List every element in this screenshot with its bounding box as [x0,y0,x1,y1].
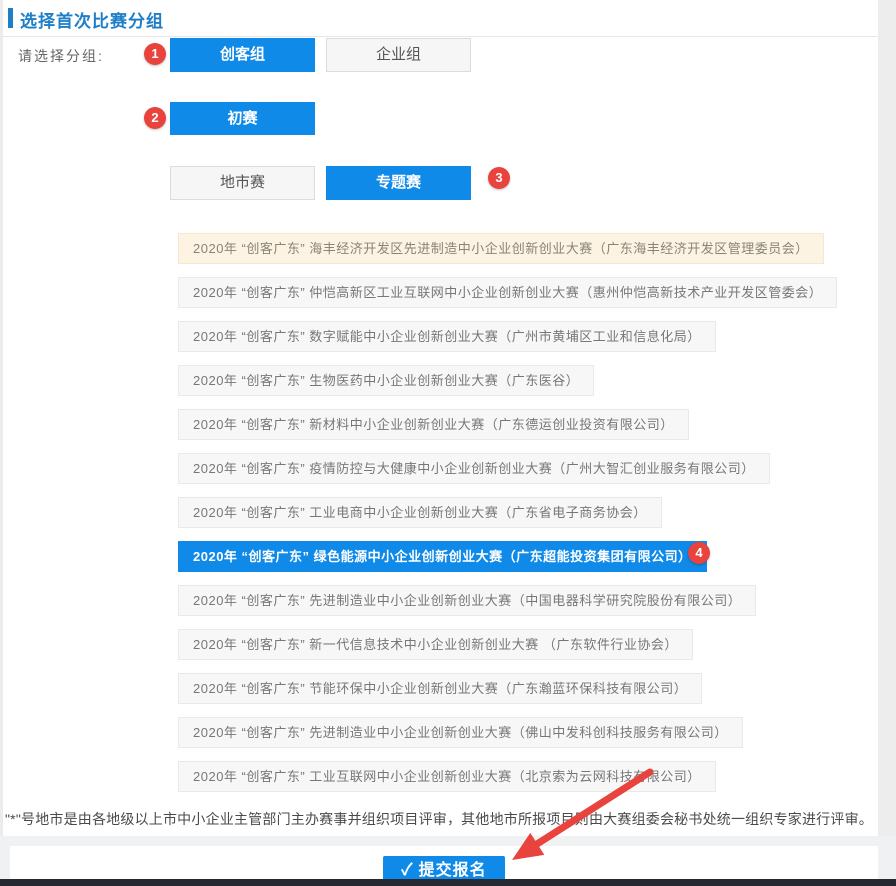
group-button-enterprise[interactable]: 企业组 [326,38,471,72]
stage-button-preliminary[interactable]: 初赛 [170,102,315,135]
footnote-text: "*"号地市是由各地级以上市中小企业主管部门主办赛事并组织项目评审，其他地市所报… [5,809,893,829]
step-badge-4: 4 [688,542,710,564]
race-option[interactable]: 2020年 “创客广东” 新材料中小企业创新创业大赛（广东德运创业投资有限公司） [178,409,689,440]
step-badge-1: 1 [144,43,166,65]
race-option-selected[interactable]: 2020年 “创客广东” 绿色能源中小企业创新创业大赛（广东超能投资集团有限公司… [178,541,707,572]
race-option-list: 2020年 “创客广东” 海丰经济开发区先进制造中小企业创新创业大赛（广东海丰经… [178,233,837,805]
step-badge-2: 2 [144,107,166,129]
step-badge-3: 3 [488,167,510,189]
page-right-edge [878,0,896,886]
page-left-edge [0,0,3,886]
race-option[interactable]: 2020年 “创客广东” 仲恺高新区工业互联网中小企业创新创业大赛（惠州仲恺高新… [178,277,837,308]
race-option[interactable]: 2020年 “创客广东” 先进制造业中小企业创新创业大赛（中国电器科学研究院股份… [178,585,756,616]
race-option[interactable]: 2020年 “创客广东” 工业电商中小企业创新创业大赛（广东省电子商务协会） [178,497,662,528]
title-divider [0,36,878,37]
race-option[interactable]: 2020年 “创客广东” 数字赋能中小企业创新创业大赛（广州市黄埔区工业和信息化… [178,321,716,352]
race-option[interactable]: 2020年 “创客广东” 新一代信息技术中小企业创新创业大赛 （广东软件行业协会… [178,629,693,660]
race-option[interactable]: 2020年 “创客广东” 生物医药中小企业创新创业大赛（广东医谷） [178,365,594,396]
race-option[interactable]: 2020年 “创客广东” 先进制造业中小企业创新创业大赛（佛山中发科创科技服务有… [178,717,743,748]
group-button-maker[interactable]: 创客组 [170,38,315,72]
title-accent-bar [8,8,13,28]
race-option[interactable]: 2020年 “创客广东” 工业互联网中小企业创新创业大赛（北京索为云网科技有限公… [178,761,716,792]
race-option[interactable]: 2020年 “创客广东” 海丰经济开发区先进制造中小企业创新创业大赛（广东海丰经… [178,233,824,264]
race-option[interactable]: 2020年 “创客广东” 节能环保中小企业创新创业大赛（广东瀚蓝环保科技有限公司… [178,673,702,704]
subtype-button-special[interactable]: 专题赛 [326,166,471,200]
registration-page: 选择首次比赛分组 请选择分组: 创客组 企业组 初赛 地市赛 专题赛 1 2 3… [0,0,896,886]
page-title: 选择首次比赛分组 [20,7,164,32]
group-select-label: 请选择分组: [18,46,104,66]
bottom-dark-bar [0,879,896,886]
race-option[interactable]: 2020年 “创客广东” 疫情防控与大健康中小企业创新创业大赛（广州大智汇创业服… [178,453,770,484]
subtype-button-city[interactable]: 地市赛 [170,166,315,200]
